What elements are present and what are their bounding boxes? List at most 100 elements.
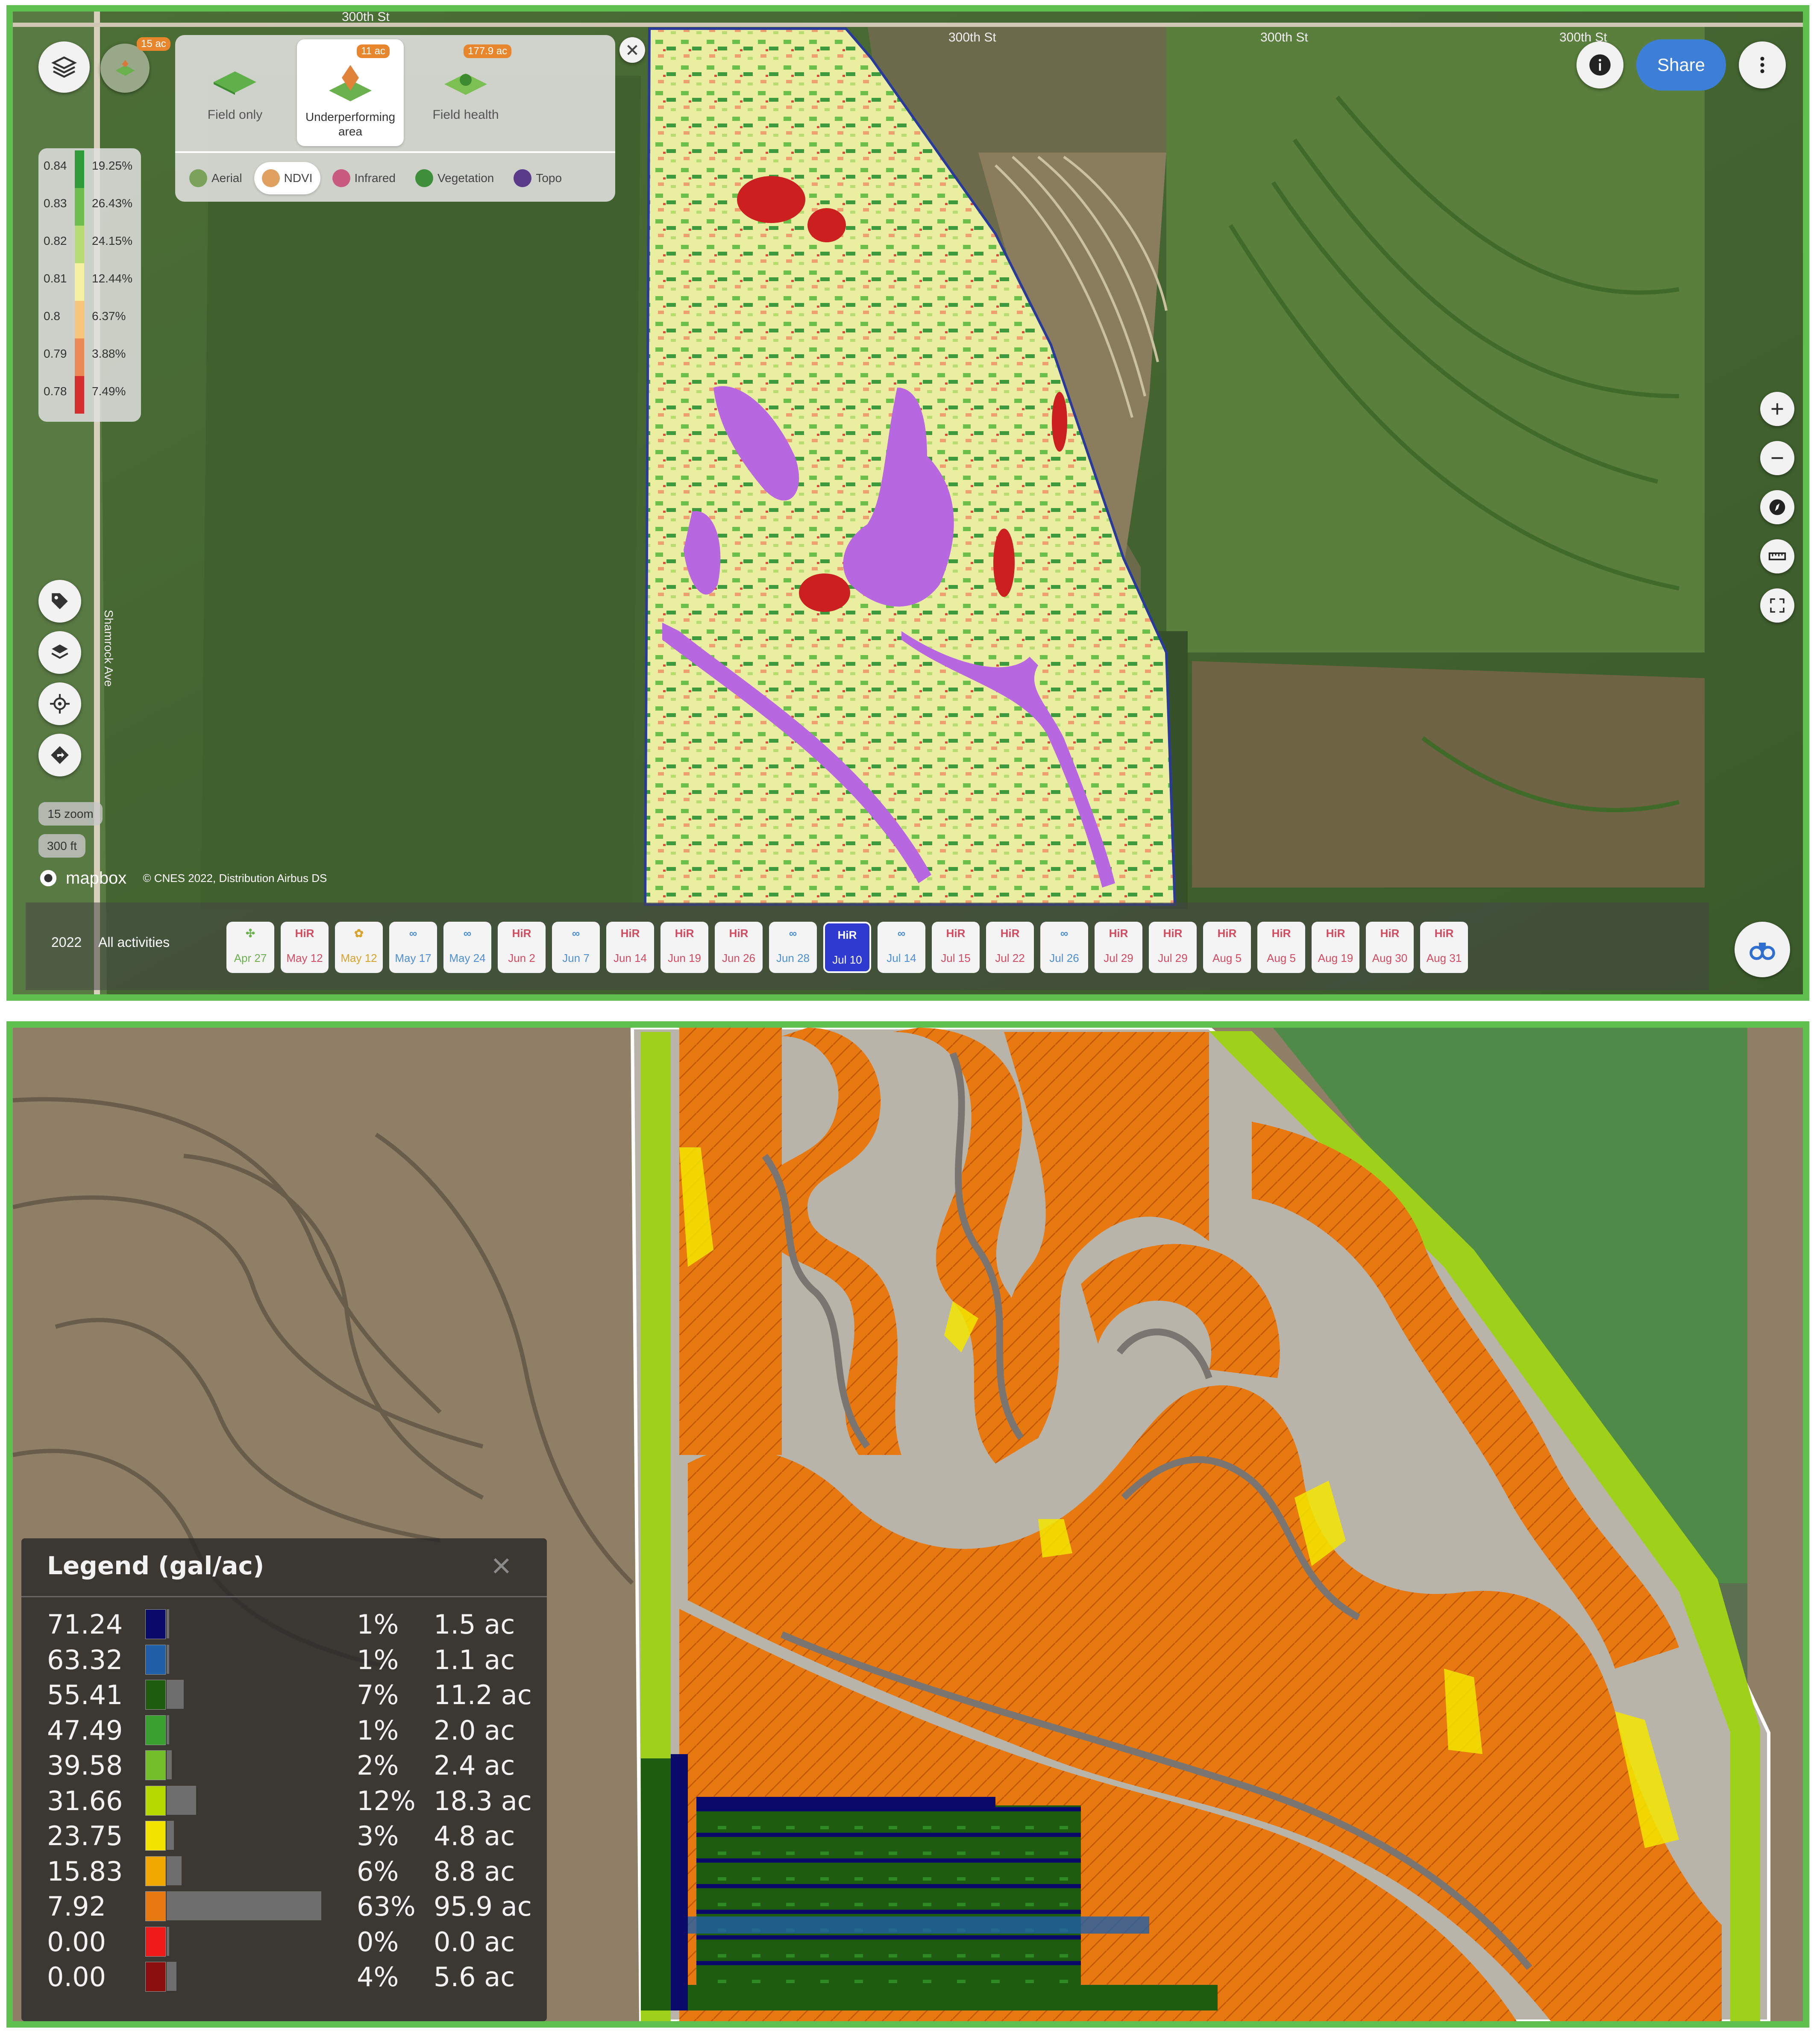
field-thumbnail-button[interactable] bbox=[100, 44, 150, 93]
timeline-item[interactable]: HiR Jun 19 bbox=[660, 922, 708, 973]
timeline-item[interactable]: HiR Jun 26 bbox=[715, 922, 763, 973]
timeline-item[interactable]: HiR May 12 bbox=[281, 922, 329, 973]
layer-selector-panel: Field only 11 ac Underperforming area 17… bbox=[175, 35, 615, 202]
legend-rate-value: 55.41 bbox=[47, 1679, 123, 1711]
binoculars-icon: ∞ bbox=[572, 927, 580, 940]
timeline-item[interactable]: HiR Jun 2 bbox=[498, 922, 546, 973]
ndvi-legend-value: 0.82 bbox=[44, 234, 67, 247]
close-button[interactable] bbox=[619, 37, 645, 63]
imagery-mode-0[interactable]: Aerial bbox=[182, 162, 250, 194]
legend-share-bar bbox=[167, 1715, 169, 1744]
rate-legend: Legend (gal/ac) × 71.24 1% 1.5 ac 63.32 1% 1.… bbox=[21, 1538, 547, 2021]
timeline-item-date: May 12 bbox=[341, 952, 377, 964]
legend-rate-value: 0.00 bbox=[47, 1926, 106, 1958]
ndvi-legend-percent: 7.49% bbox=[92, 385, 126, 398]
timeline-item-date: Jul 22 bbox=[995, 952, 1025, 964]
legend-area: 1.5 ac bbox=[434, 1609, 515, 1640]
legend-percent: 2% bbox=[357, 1750, 399, 1781]
legend-share-bar bbox=[167, 1644, 169, 1674]
layer-card-field-health[interactable]: 177.9 ac Field health bbox=[410, 39, 521, 146]
timeline-item[interactable]: ∞ Jun 28 bbox=[769, 922, 817, 973]
imagery-mode-bar: Aerial NDVI Infrared Vegetation Topo bbox=[182, 159, 569, 197]
timeline-item[interactable]: ✣ Apr 27 bbox=[226, 922, 274, 973]
legend-share-bar bbox=[167, 1856, 182, 1885]
zoom-in-button[interactable] bbox=[1760, 392, 1794, 426]
layer-card-field-only[interactable]: Field only bbox=[179, 39, 291, 146]
road-label: Shamrock Ave bbox=[102, 610, 115, 687]
timeline-item[interactable]: ∞ Jul 26 bbox=[1040, 922, 1088, 973]
timeline-item[interactable]: HiR Aug 31 bbox=[1420, 922, 1468, 973]
directions-icon bbox=[51, 746, 69, 764]
timeline-item[interactable]: ∞ May 24 bbox=[443, 922, 491, 973]
legend-rate-value: 15.83 bbox=[47, 1855, 123, 1887]
underperforming-area-icon bbox=[329, 65, 372, 101]
timeline-item[interactable]: HiR Jul 10 bbox=[823, 922, 871, 973]
share-button[interactable]: Share bbox=[1636, 39, 1726, 91]
zoom-out-button[interactable] bbox=[1760, 441, 1794, 475]
legend-area: 1.1 ac bbox=[434, 1644, 515, 1675]
kebab-menu-icon bbox=[1760, 56, 1764, 73]
timeline-item-date: May 12 bbox=[286, 952, 323, 964]
legend-swatch bbox=[145, 1680, 166, 1710]
legend-area: 5.6 ac bbox=[434, 1961, 515, 1993]
field-health-icon bbox=[444, 73, 487, 95]
legend-swatch bbox=[145, 1926, 166, 1957]
close-icon bbox=[627, 45, 637, 55]
timeline-item[interactable]: HiR Aug 5 bbox=[1203, 922, 1251, 973]
measure-button[interactable] bbox=[1760, 539, 1794, 573]
compass-button[interactable] bbox=[1760, 490, 1794, 524]
timeline-item[interactable]: HiR Aug 5 bbox=[1257, 922, 1305, 973]
layers-icon bbox=[51, 56, 77, 78]
ndvi-map-panel[interactable]: 300th St 300th St 300th St 300th St Sham… bbox=[6, 5, 1809, 1001]
timeline-item-date: May 24 bbox=[449, 952, 486, 964]
road-label: 300th St bbox=[948, 30, 996, 44]
seedling-icon: ✣ bbox=[246, 927, 255, 940]
timeline-item[interactable]: HiR Jul 15 bbox=[932, 922, 980, 973]
tag-button[interactable] bbox=[38, 580, 81, 623]
timeline-year[interactable]: 2022 bbox=[51, 935, 82, 950]
mapbox-label[interactable]: mapbox bbox=[66, 869, 126, 888]
legend-area: 8.8 ac bbox=[434, 1855, 515, 1887]
timeline-item[interactable]: HiR Aug 19 bbox=[1312, 922, 1359, 973]
imagery-attribution[interactable]: © CNES 2022, Distribution Airbus DS bbox=[143, 872, 327, 885]
legend-percent: 7% bbox=[357, 1679, 399, 1711]
timeline-item[interactable]: HiR Aug 30 bbox=[1366, 922, 1414, 973]
ndvi-legend-value: 0.78 bbox=[44, 385, 67, 398]
timeline-item[interactable]: ∞ Jun 7 bbox=[552, 922, 600, 973]
timeline-item[interactable]: HiR Jul 29 bbox=[1149, 922, 1197, 973]
hir-imagery-icon: HiR bbox=[675, 927, 694, 940]
more-options-button[interactable] bbox=[1739, 41, 1786, 88]
timeline-item[interactable]: ∞ May 17 bbox=[389, 922, 437, 973]
timeline-item-date: May 17 bbox=[395, 952, 432, 964]
imagery-mode-4[interactable]: Topo bbox=[506, 162, 569, 194]
imagery-mode-swatch-icon bbox=[514, 169, 532, 187]
timeline-item-date: Aug 5 bbox=[1267, 952, 1296, 964]
imagery-mode-3[interactable]: Vegetation bbox=[408, 162, 502, 194]
layer-card-underperforming-area[interactable]: 11 ac Underperforming area bbox=[297, 39, 404, 146]
fullscreen-button[interactable] bbox=[1760, 588, 1794, 623]
imagery-mode-2[interactable]: Infrared bbox=[325, 162, 404, 194]
directions-button[interactable] bbox=[38, 734, 81, 776]
timeline-item[interactable]: ∞ Jul 14 bbox=[878, 922, 925, 973]
timeline-item[interactable]: ✿ May 12 bbox=[335, 922, 383, 973]
application-map-panel[interactable]: Legend (gal/ac) × 71.24 1% 1.5 ac 63.32 1% 1.… bbox=[6, 1021, 1809, 2028]
layers-button[interactable] bbox=[38, 41, 90, 93]
timeline-item[interactable]: HiR Jul 22 bbox=[986, 922, 1034, 973]
legend-share-bar bbox=[167, 1962, 176, 1991]
ndvi-legend-swatch bbox=[75, 263, 84, 301]
ndvi-legend-percent: 12.44% bbox=[92, 272, 132, 285]
stack-button[interactable] bbox=[38, 631, 81, 674]
info-button[interactable] bbox=[1576, 41, 1623, 88]
legend-close-icon[interactable]: × bbox=[491, 1546, 511, 1585]
imagery-mode-label: NDVI bbox=[284, 171, 313, 185]
legend-rate-value: 0.00 bbox=[47, 1961, 106, 1993]
imagery-mode-1[interactable]: NDVI bbox=[254, 162, 320, 194]
locate-button[interactable] bbox=[38, 682, 81, 725]
scouting-button[interactable] bbox=[1735, 922, 1790, 977]
timeline-filter[interactable]: All activities bbox=[98, 935, 170, 950]
binoculars-icon: ∞ bbox=[897, 927, 906, 940]
ndvi-legend-value: 0.81 bbox=[44, 272, 67, 285]
timeline-item[interactable]: HiR Jun 14 bbox=[606, 922, 654, 973]
imagery-mode-swatch-icon bbox=[332, 169, 350, 187]
timeline-item[interactable]: HiR Jul 29 bbox=[1095, 922, 1142, 973]
